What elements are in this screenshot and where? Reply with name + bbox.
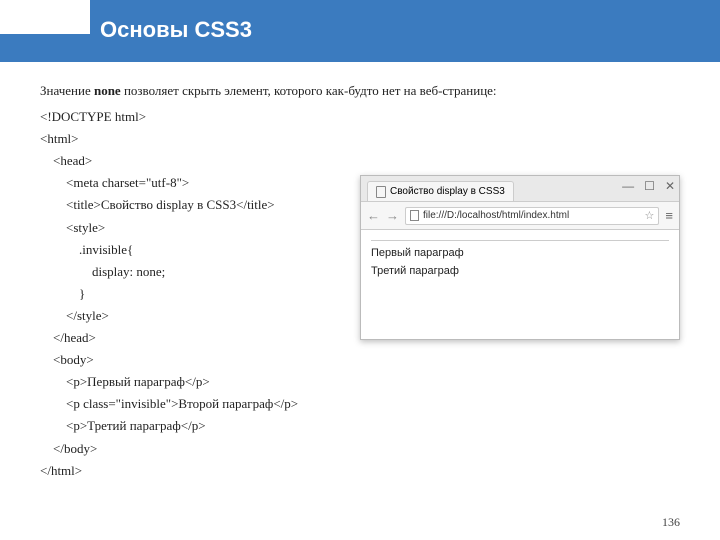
code-line: } [40, 286, 85, 301]
code-line: </style> [40, 308, 109, 323]
url-text: file:///D:/localhost/html/index.html [423, 210, 641, 221]
intro-bold: none [94, 83, 121, 98]
code-line: <p>Третий параграф</p> [40, 418, 206, 433]
close-button[interactable]: ✕ [665, 179, 675, 193]
browser-window: Свойство display в CSS3 — ☐ ✕ ← → file:/… [360, 175, 680, 340]
intro-text: Значение none позволяет скрыть элемент, … [40, 80, 680, 102]
browser-tabbar: Свойство display в CSS3 — ☐ ✕ [361, 176, 679, 202]
forward-icon[interactable]: → [386, 208, 399, 223]
menu-icon[interactable]: ≡ [665, 208, 673, 223]
slide-header: Основы CSS3 [0, 0, 720, 60]
header-underline [0, 60, 720, 62]
code-line: </head> [40, 330, 96, 345]
code-line: <meta charset="utf-8"> [40, 175, 189, 190]
code-line: </html> [40, 463, 82, 478]
code-line: <html> [40, 131, 79, 146]
maximize-button[interactable]: ☐ [644, 179, 655, 193]
intro-post: позволяет скрыть элемент, которого как-б… [121, 83, 497, 98]
slide-title: Основы CSS3 [100, 17, 252, 43]
header-accent-box [0, 0, 90, 34]
divider [371, 240, 669, 241]
rendered-paragraph: Третий параграф [371, 265, 669, 277]
tab-title: Свойство display в CSS3 [390, 186, 505, 197]
page-icon [376, 186, 386, 198]
code-line: <p>Первый параграф</p> [40, 374, 210, 389]
code-line: <title>Свойство display в CSS3</title> [40, 197, 275, 212]
code-line: </body> [40, 441, 97, 456]
file-icon [410, 210, 419, 221]
window-controls: — ☐ ✕ [622, 179, 675, 193]
browser-tab[interactable]: Свойство display в CSS3 [367, 181, 514, 201]
intro-pre: Значение [40, 83, 94, 98]
back-icon[interactable]: ← [367, 208, 380, 223]
code-line: <head> [40, 153, 92, 168]
code-line: <body> [40, 352, 94, 367]
minimize-button[interactable]: — [622, 179, 634, 193]
browser-viewport: Первый параграф Третий параграф [361, 230, 679, 289]
code-line: <p class="invisible">Второй параграф</p> [40, 396, 298, 411]
url-field[interactable]: file:///D:/localhost/html/index.html ☆ [405, 207, 659, 225]
browser-addressbar: ← → file:///D:/localhost/html/index.html… [361, 202, 679, 230]
rendered-paragraph: Первый параграф [371, 247, 669, 259]
code-line: <!DOCTYPE html> [40, 109, 146, 124]
code-line: .invisible{ [40, 242, 133, 257]
code-line: display: none; [40, 264, 165, 279]
code-line: <style> [40, 220, 105, 235]
bookmark-icon[interactable]: ☆ [645, 209, 655, 222]
page-number: 136 [662, 515, 680, 530]
